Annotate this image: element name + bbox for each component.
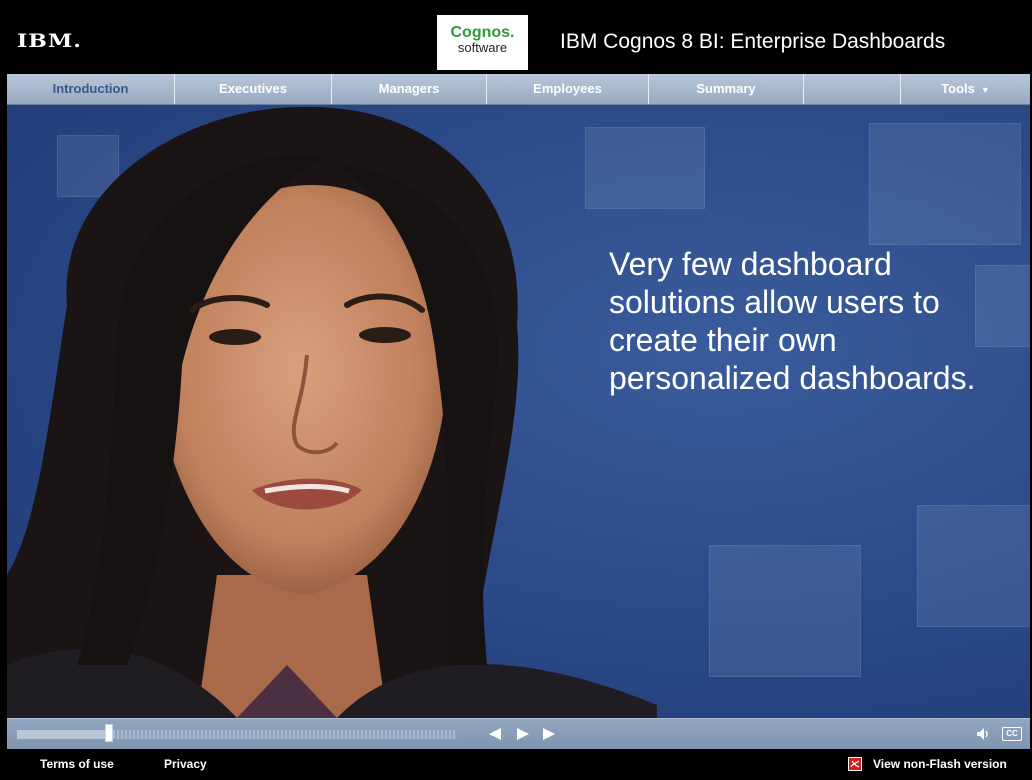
tab-empty <box>804 74 901 104</box>
privacy-link[interactable]: Privacy <box>164 757 207 771</box>
ibm-logo: IBM. <box>17 29 82 53</box>
view-non-flash-link[interactable]: View non-Flash version <box>873 757 1007 771</box>
product-title: IBM Cognos 8 BI: Enterprise Dashboards <box>560 30 946 53</box>
closed-caption-icon[interactable]: CC <box>1002 727 1022 741</box>
chevron-down-icon: ▼ <box>980 85 990 95</box>
header-bar: IBM. Cognos. software IBM Cognos 8 BI: E… <box>7 8 1030 74</box>
next-icon[interactable] <box>541 726 557 742</box>
video-stage[interactable]: Very few dashboard solutions allow users… <box>7 105 1030 718</box>
pdf-icon <box>848 757 862 771</box>
tools-menu[interactable]: Tools ▼ <box>901 74 1030 104</box>
tab-managers[interactable]: Managers <box>332 74 487 104</box>
cognos-logo-text: Cognos. <box>450 24 515 41</box>
tools-label: Tools <box>941 81 975 96</box>
player-controls: CC <box>7 718 1030 749</box>
volume-icon[interactable] <box>975 726 991 742</box>
section-nav: Introduction Executives Managers Employe… <box>7 74 1030 105</box>
tab-summary[interactable]: Summary <box>649 74 804 104</box>
tab-introduction[interactable]: Introduction <box>7 74 175 104</box>
video-player-frame: IBM. Cognos. software IBM Cognos 8 BI: E… <box>7 8 1030 778</box>
background-screen-panel <box>917 505 1030 627</box>
tab-employees[interactable]: Employees <box>487 74 649 104</box>
quote-caption: Very few dashboard solutions allow users… <box>609 246 976 396</box>
previous-icon[interactable] <box>487 726 503 742</box>
seek-handle[interactable] <box>105 724 114 742</box>
seek-bar[interactable] <box>17 730 457 739</box>
background-screen-panel <box>869 123 1021 245</box>
seek-progress <box>17 730 110 739</box>
footer-bar: Terms of use Privacy View non-Flash vers… <box>7 749 1030 778</box>
presenter-image <box>7 106 657 718</box>
terms-of-use-link[interactable]: Terms of use <box>40 757 114 771</box>
software-logo-text: software <box>457 40 508 55</box>
tab-executives[interactable]: Executives <box>175 74 332 104</box>
cognos-software-logo: Cognos. software <box>437 15 528 70</box>
background-screen-panel <box>709 545 861 677</box>
play-icon[interactable] <box>515 726 531 742</box>
